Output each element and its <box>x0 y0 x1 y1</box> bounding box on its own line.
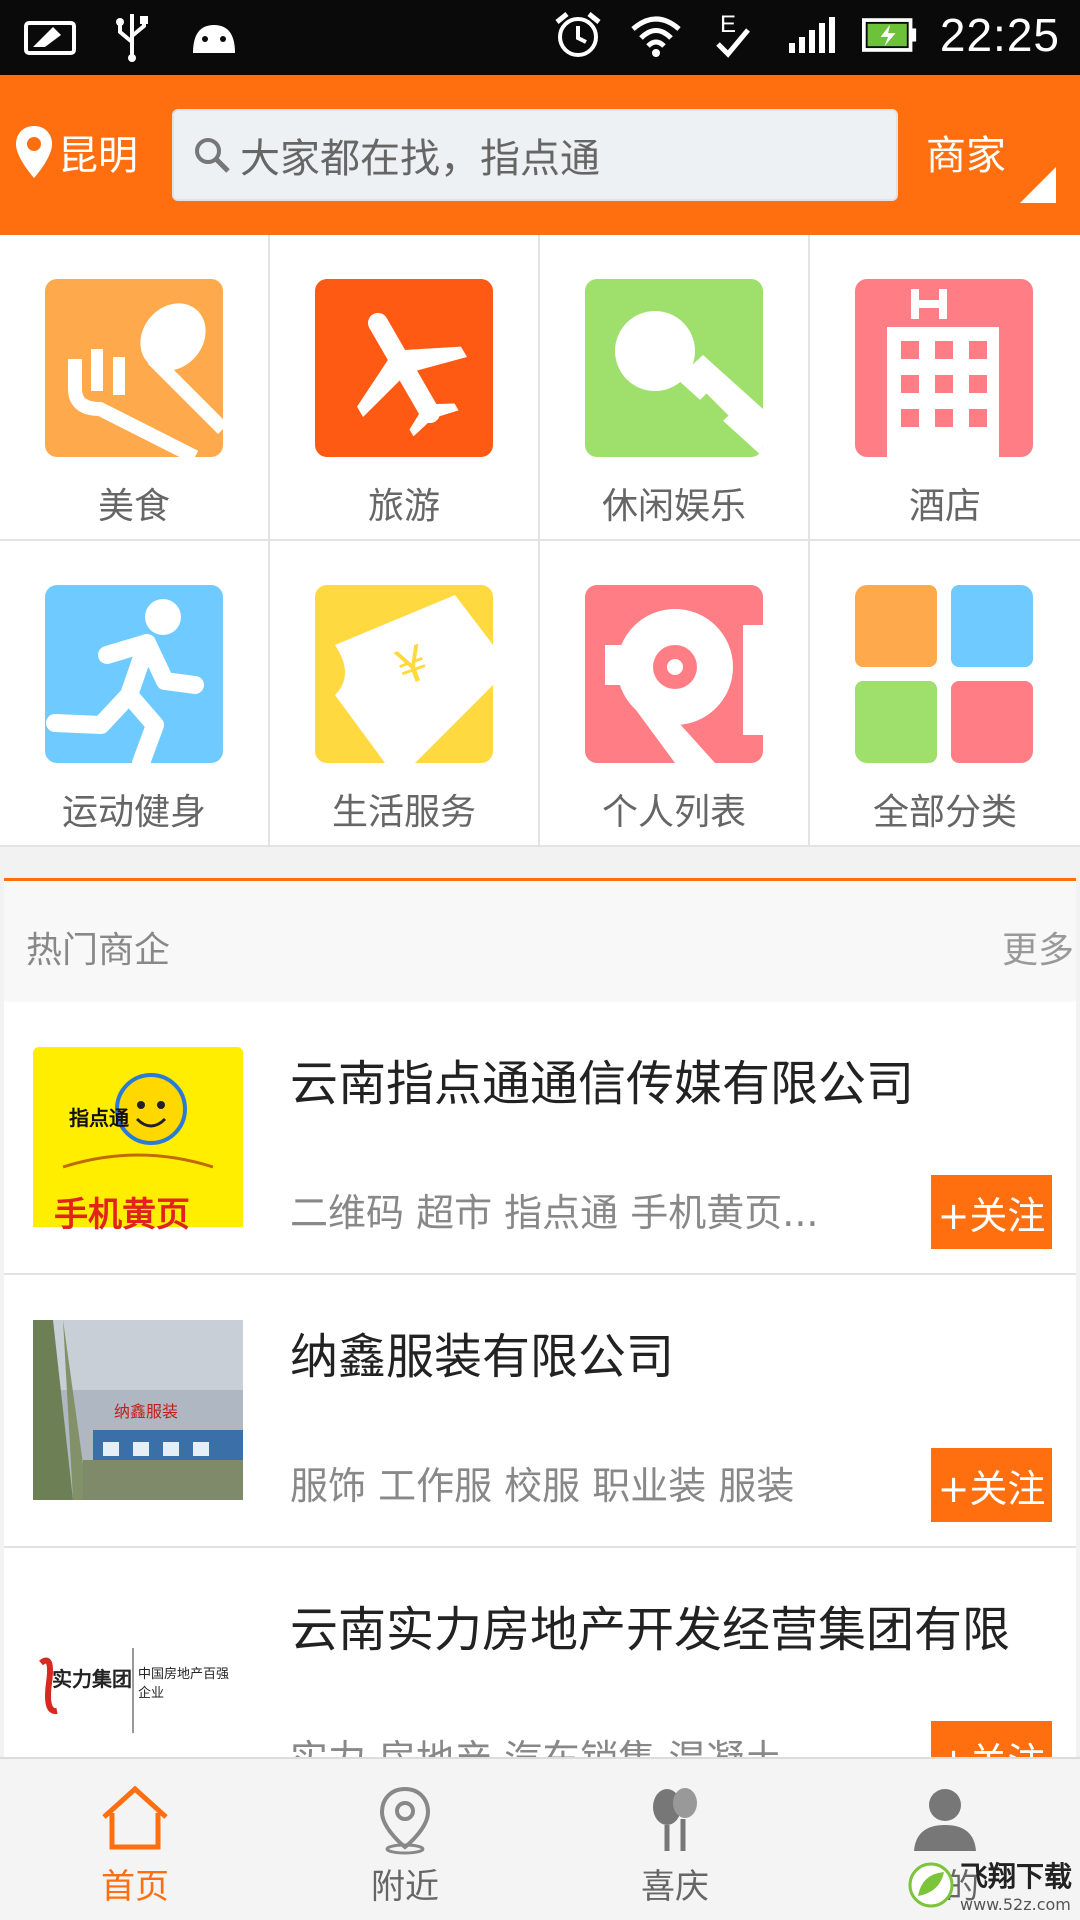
hotel-icon <box>855 279 1033 457</box>
status-right-icons: E 22:25 <box>550 8 1060 62</box>
category-label: 个人列表 <box>601 792 746 833</box>
merchant-name: 云南实力房地产开发经营集团有限 <box>290 1602 1011 1658</box>
list-item[interactable]: 纳鑫服装 纳鑫服装有限公司 服饰 工作服 校服 职业装 服装 +关注 <box>4 1275 1076 1548</box>
merchant-tags: 实力 房地产 汽车销售 混凝土 <box>290 1728 782 1757</box>
logo-left-text: 实力集团 <box>52 1667 132 1691</box>
merchant-name: 云南指点通通信传媒有限公司 <box>290 1056 915 1112</box>
nav-nearby[interactable]: 附近 <box>270 1759 540 1920</box>
merchant-tags: 二维码 超市 指点通 手机黄页... <box>290 1191 819 1235</box>
nav-label: 喜庆 <box>641 1867 709 1907</box>
card-icon <box>22 12 78 62</box>
balloons-icon <box>540 1785 810 1855</box>
merchant-dropdown[interactable]: 商家 <box>926 123 1056 203</box>
hot-section-title: 热门商企 <box>26 930 171 971</box>
location-pin-icon <box>16 126 52 178</box>
battery-charging-icon <box>861 10 918 60</box>
list-item[interactable]: 实力集团 中国房地产百强企业 云南实力房地产开发经营集团有限 实力 房地产 汽车… <box>4 1548 1076 1757</box>
nav-celebration[interactable]: 喜庆 <box>540 1759 810 1920</box>
follow-button[interactable]: +关注 <box>931 1175 1052 1249</box>
android-icon <box>186 12 242 62</box>
category-label: 旅游 <box>367 486 440 527</box>
cell-signal-icon <box>784 10 840 60</box>
wifi-icon <box>628 10 684 60</box>
hot-section-header: 热门商企 更多 <box>4 878 1076 1002</box>
follow-button[interactable]: +关注 <box>931 1448 1052 1522</box>
category-entertainment[interactable]: 休闲娱乐 <box>540 235 810 541</box>
category-label: 生活服务 <box>331 792 476 833</box>
home-icon <box>0 1785 270 1851</box>
usb-icon <box>104 12 160 62</box>
location-pin-icon <box>270 1785 540 1855</box>
user-icon <box>810 1785 1080 1851</box>
bottom-nav: 首页 附近 喜庆 我的 飞翔下载 www.52z.com <box>0 1757 1080 1920</box>
nav-home[interactable]: 首页 <box>0 1759 270 1920</box>
status-left-icons <box>22 12 242 62</box>
watermark-text: 飞翔下载 <box>959 1861 1072 1892</box>
category-hotel[interactable]: 酒店 <box>810 235 1080 541</box>
alarm-icon <box>550 10 606 60</box>
category-label: 运动健身 <box>61 792 206 833</box>
logo-yellow-pages-text: 手机黄页 <box>54 1195 190 1235</box>
running-icon <box>45 585 223 763</box>
site-watermark: 飞翔下载 www.52z.com <box>908 1855 1072 1914</box>
city-selector[interactable]: 昆明 <box>14 123 138 181</box>
follow-button[interactable]: +关注 <box>931 1721 1052 1757</box>
status-time: 22:25 <box>939 9 1060 61</box>
city-label: 昆明 <box>58 133 138 179</box>
all-categories-icon <box>855 585 1033 763</box>
microphone-icon <box>585 279 763 457</box>
top-header: 昆明 大家都在找，指点通 商家 <box>0 75 1080 235</box>
category-travel[interactable]: 旅游 <box>270 235 540 541</box>
leaf-logo-icon <box>908 1862 954 1907</box>
nav-label: 附近 <box>371 1867 439 1907</box>
watermark-url: www.52z.com <box>959 1895 1071 1914</box>
category-all[interactable]: 全部分类 <box>810 541 1080 847</box>
category-label: 休闲娱乐 <box>601 486 746 527</box>
list-item[interactable]: 云南指点通通信传媒有限公司 二维码 超市 指点通 手机黄页... +关注 指点通… <box>4 1002 1076 1275</box>
category-food[interactable]: 美食 <box>0 235 270 541</box>
search-placeholder: 大家都在找，指点通 <box>240 136 600 182</box>
photo-sign-text: 纳鑫服装 <box>114 1402 179 1421</box>
nav-label: 首页 <box>101 1867 169 1907</box>
person-list-icon <box>585 585 763 763</box>
edge-signal-icon: E <box>706 10 762 60</box>
category-personal-list[interactable]: 个人列表 <box>540 541 810 847</box>
ticket-icon: ¥ <box>315 585 493 763</box>
more-link[interactable]: 更多 <box>1002 921 1074 973</box>
merchant-tags: 服饰 工作服 校服 职业装 服装 <box>290 1464 795 1508</box>
category-grid: 美食 旅游 休闲娱乐 酒店 运动健身 ¥ 生活服务 个人列表 全部分类 <box>0 235 1080 847</box>
merchant-list: 云南指点通通信传媒有限公司 二维码 超市 指点通 手机黄页... +关注 指点通… <box>4 1002 1076 1757</box>
svg-text:E: E <box>720 11 736 38</box>
logo-brand-text: 指点通 <box>69 1106 129 1130</box>
status-bar: E 22:25 <box>0 0 1080 75</box>
search-icon <box>195 138 230 173</box>
fork-spoon-icon <box>45 279 223 457</box>
category-sports[interactable]: 运动健身 <box>0 541 270 847</box>
category-label: 酒店 <box>908 486 981 527</box>
dropdown-triangle-icon <box>1020 167 1056 203</box>
search-input[interactable]: 大家都在找，指点通 <box>172 109 898 201</box>
merchant-name: 纳鑫服装有限公司 <box>290 1329 675 1385</box>
merchant-label: 商家 <box>926 133 1006 179</box>
category-label: 全部分类 <box>872 792 1017 833</box>
category-life-services[interactable]: ¥ 生活服务 <box>270 541 540 847</box>
category-label: 美食 <box>97 486 170 527</box>
airplane-icon <box>315 279 493 457</box>
logo-right-text: 中国房地产百强企业 <box>138 1667 230 1701</box>
